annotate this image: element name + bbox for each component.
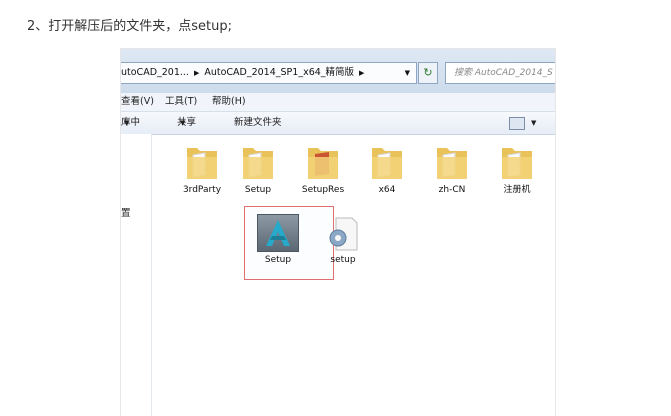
- file-item-setup-ini[interactable]: setup: [315, 216, 371, 266]
- view-options-icon[interactable]: [509, 117, 525, 130]
- folder-label: x64: [378, 185, 396, 195]
- folder-icon: [372, 148, 402, 179]
- folder-label: SetupRes: [301, 185, 345, 195]
- refresh-button[interactable]: ↻: [418, 62, 438, 84]
- navigation-pane: 置: [121, 134, 152, 416]
- folder-icon: [437, 148, 467, 179]
- explorer-window: utoCAD_201... ▶ AutoCAD_2014_SP1_x64_精简版 ▶ …: [121, 49, 555, 416]
- file-label: setup: [330, 255, 356, 265]
- step-instruction: 2、打开解压后的文件夹，点setup;: [27, 19, 233, 34]
- folder-icon: [243, 148, 273, 179]
- settings-file-icon: [329, 217, 358, 251]
- folder-label: zh-CN: [438, 185, 466, 195]
- folder-label: Setup: [244, 185, 272, 195]
- folder-item-zh-cn[interactable]: zh-CN: [424, 142, 480, 196]
- folder-label: 3rdParty: [182, 185, 222, 195]
- menu-bar: 查看(V) 工具(T) 帮助(H): [121, 93, 555, 112]
- chevron-down-icon: ▼: [124, 119, 130, 127]
- folder-item-setupres[interactable]: SetupRes: [295, 142, 351, 196]
- file-item-setup-exe[interactable]: Setup: [250, 214, 306, 266]
- folder-item-keygen[interactable]: 注册机: [489, 142, 545, 196]
- folder-item-setup[interactable]: Setup: [230, 142, 286, 196]
- folder-label: 注册机: [503, 185, 531, 195]
- search-input[interactable]: 搜索 AutoCAD_2014_S: [445, 62, 555, 84]
- nav-item[interactable]: 置: [121, 205, 131, 219]
- folder-item-x64[interactable]: x64: [359, 142, 415, 196]
- chevron-down-icon[interactable]: ▼: [531, 112, 536, 134]
- address-bar-area: utoCAD_201... ▶ AutoCAD_2014_SP1_x64_精简版 ▶ …: [121, 49, 555, 93]
- folder-icon: [502, 148, 532, 179]
- autocad-logo-icon: [257, 214, 299, 252]
- menu-view[interactable]: 查看(V): [121, 93, 154, 111]
- menu-help[interactable]: 帮助(H): [212, 93, 246, 111]
- breadcrumb[interactable]: utoCAD_201... ▶ AutoCAD_2014_SP1_x64_精简版 ▶ …: [121, 62, 417, 84]
- chevron-right-icon[interactable]: ▶: [189, 63, 204, 83]
- breadcrumb-item[interactable]: utoCAD_201...: [121, 63, 189, 83]
- toolbar: 库中 ▼ 共享 ▼ 新建文件夹 ▼: [121, 112, 555, 135]
- folder-icon: [308, 148, 338, 179]
- menu-tools[interactable]: 工具(T): [165, 93, 197, 111]
- chevron-down-icon[interactable]: ▼: [405, 63, 410, 83]
- file-list: 3rdParty Setup SetupRes x64 zh-CN 注册机 Se…: [152, 134, 555, 416]
- chevron-right-icon[interactable]: ▶: [354, 63, 369, 83]
- file-label: Setup: [264, 255, 292, 265]
- folder-item-3rdparty[interactable]: 3rdParty: [174, 142, 230, 196]
- folder-icon: [187, 148, 217, 179]
- breadcrumb-item[interactable]: AutoCAD_2014_SP1_x64_精简版: [204, 63, 354, 83]
- new-folder-button[interactable]: 新建文件夹: [234, 112, 282, 134]
- chevron-down-icon: ▼: [180, 119, 186, 127]
